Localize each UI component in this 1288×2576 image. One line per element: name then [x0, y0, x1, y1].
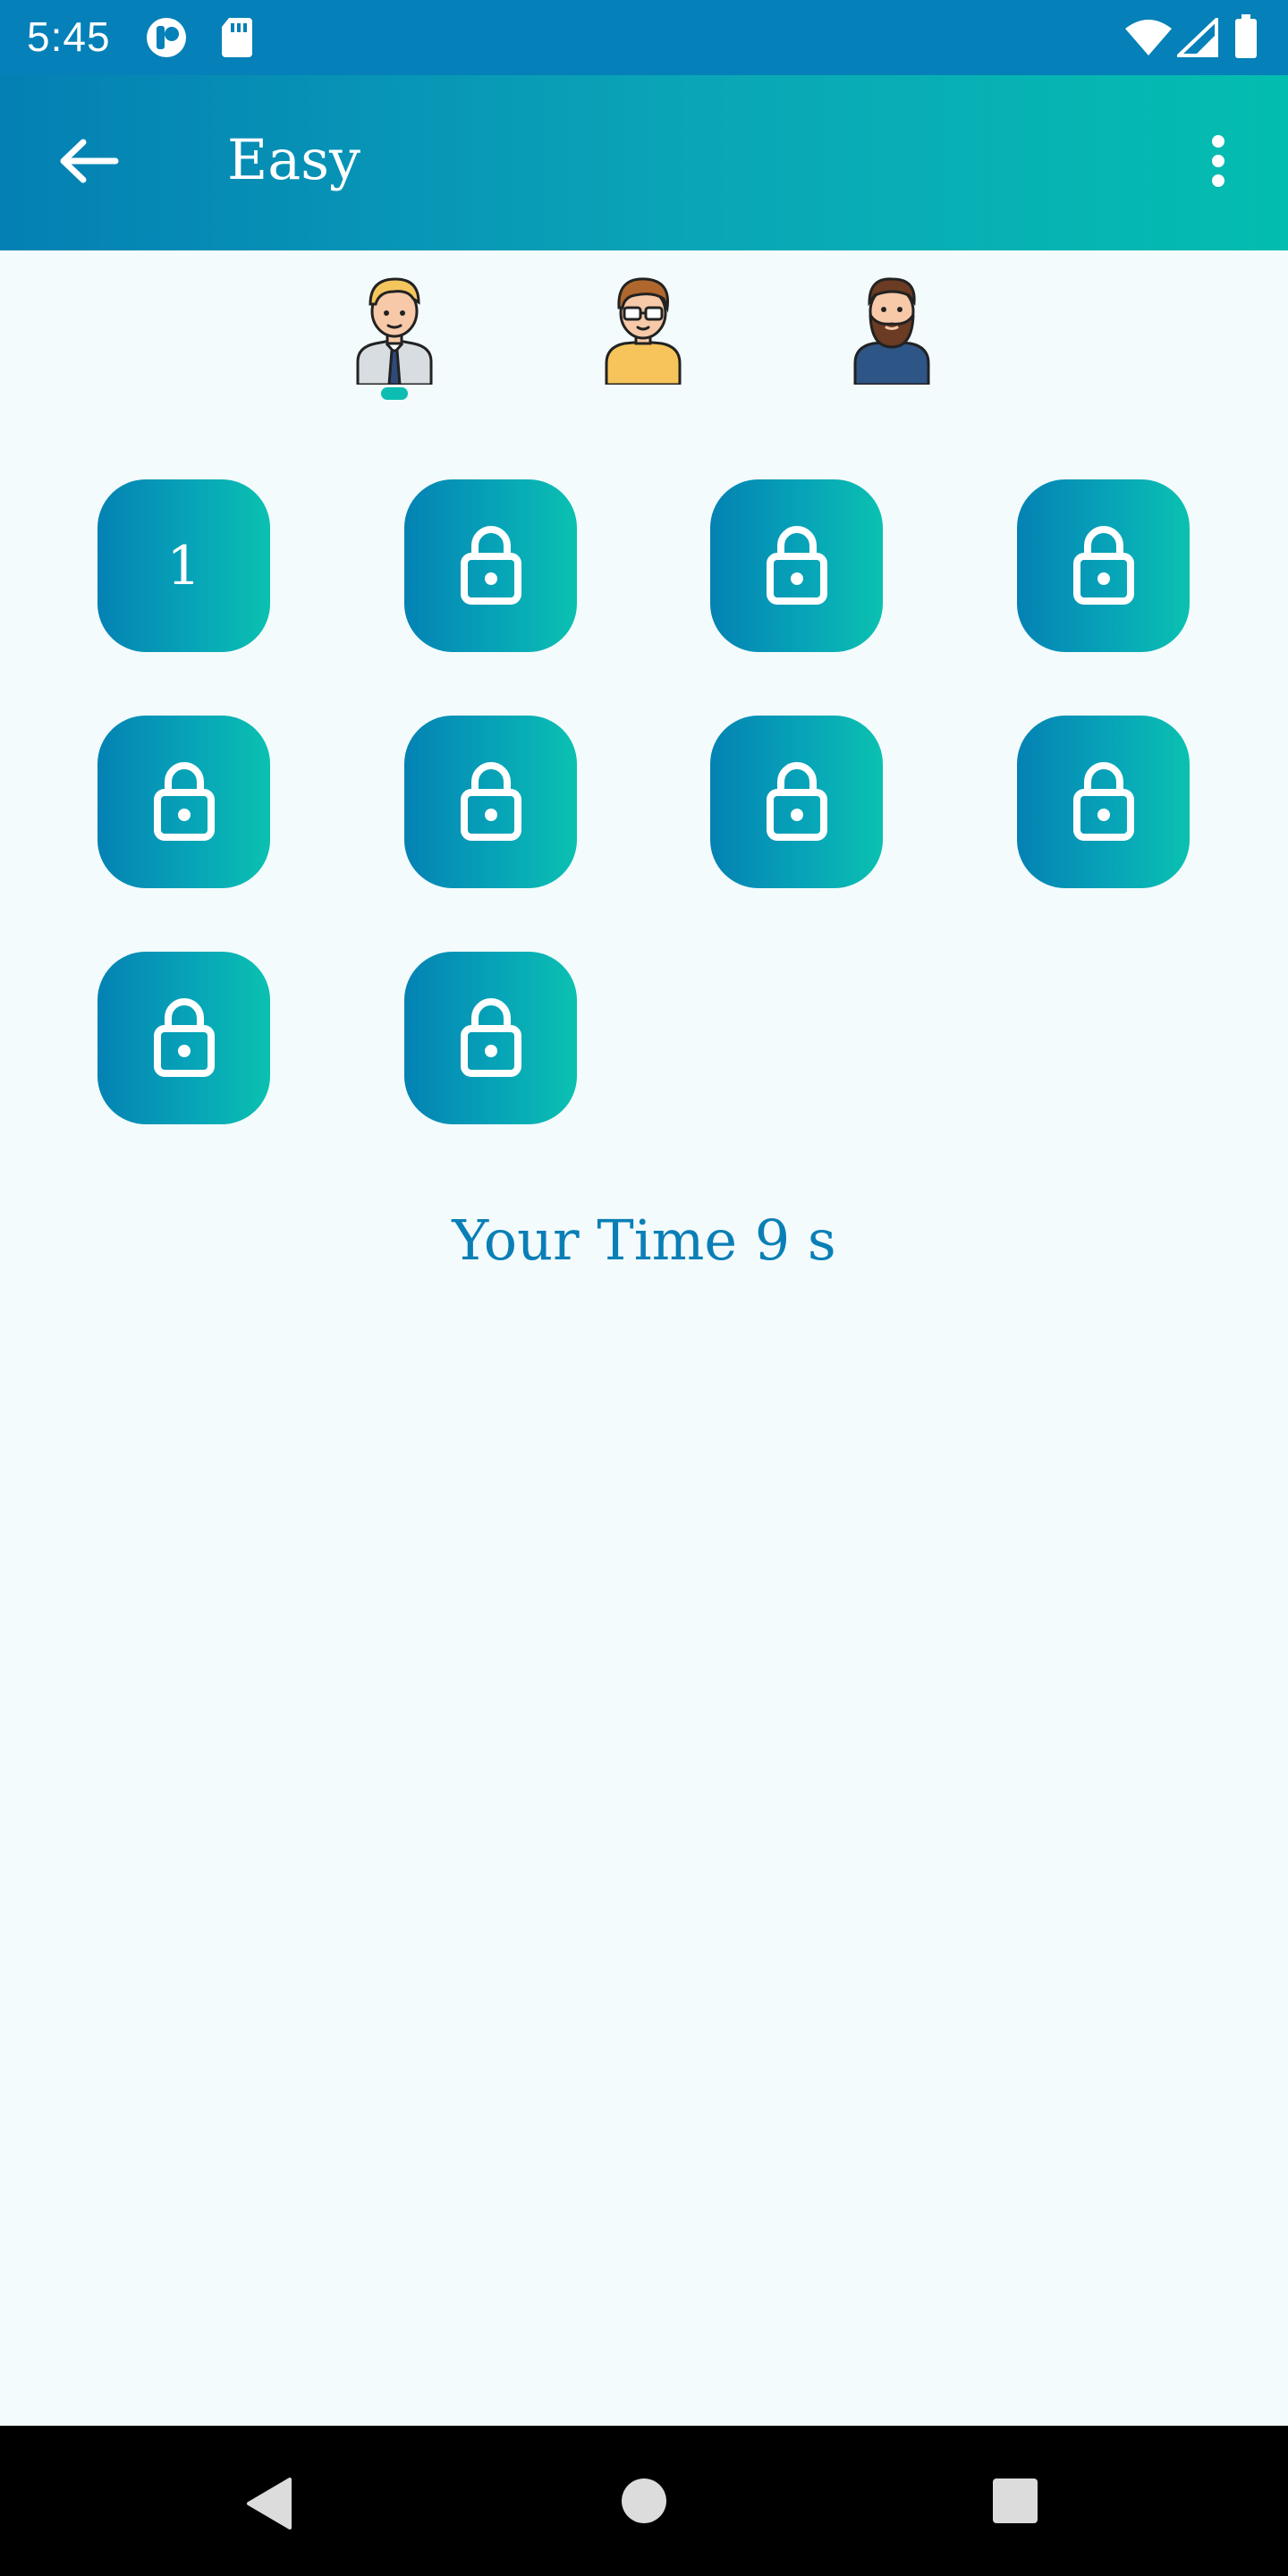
nav-recents-button[interactable] [992, 2478, 1038, 2529]
level-tile-1[interactable]: 1 [97, 479, 270, 652]
screen: 5:45 Easy 1 Your Time 9 s [0, 0, 1288, 2576]
lock-icon [152, 995, 216, 1081]
lock-icon [459, 522, 523, 609]
level-tile-locked[interactable] [1017, 479, 1190, 652]
level-grid: 1 [0, 0, 1288, 1163]
nav-back-button[interactable] [243, 2476, 293, 2536]
home-circle-icon [621, 2479, 667, 2528]
level-tile-locked[interactable] [710, 716, 883, 888]
level-tile-locked[interactable] [404, 952, 577, 1124]
system-nav-bar [0, 2426, 1288, 2576]
level-tile-locked[interactable] [97, 952, 270, 1124]
back-triangle-icon [243, 2478, 293, 2535]
lock-icon [459, 758, 523, 845]
lock-icon [152, 758, 216, 845]
lock-icon [765, 758, 829, 845]
nav-home-button[interactable] [621, 2478, 667, 2529]
level-tile-locked[interactable] [710, 479, 883, 652]
level-tile-locked[interactable] [404, 716, 577, 888]
level-tile-locked[interactable] [1017, 716, 1190, 888]
level-number: 1 [166, 534, 201, 597]
lock-icon [459, 995, 523, 1081]
level-tile-locked[interactable] [97, 716, 270, 888]
lock-icon [765, 522, 829, 609]
lock-icon [1072, 758, 1136, 845]
lock-icon [1072, 522, 1136, 609]
level-tile-locked[interactable] [404, 479, 577, 652]
your-time-label: Your Time 9 s [452, 1208, 836, 1273]
recents-square-icon [992, 2479, 1038, 2528]
